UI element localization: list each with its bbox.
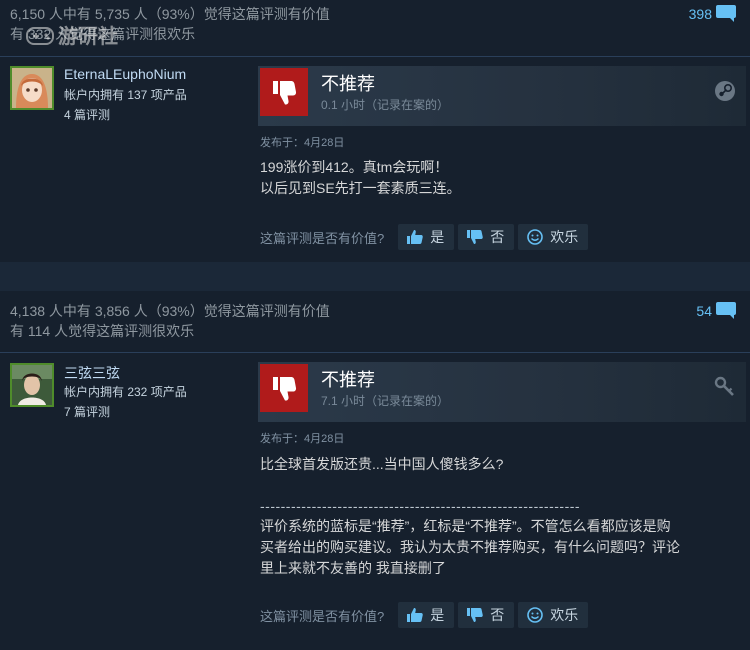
watermark-text: 游研社 [58,26,118,48]
vote-funny-button[interactable]: 欢乐 [518,224,589,250]
card-gap [0,262,750,291]
thumbs-down-small-icon [467,230,484,244]
posted-date: 发布于：4月28日 [260,137,345,149]
thumbs-down-small-icon [467,608,484,622]
gamepad-icon [26,26,54,45]
vote-row: 这篇评测是否有价值? 是 否 欢乐 [260,224,592,250]
products-owned[interactable]: 帐户内拥有 232 项产品 [64,383,187,400]
review-card-2: 4,138 人中有 3,856 人（93%）觉得这篇评测有价值 有 114 人觉… [0,291,750,650]
vote-yes-label: 是 [430,229,445,245]
review-body: 199涨价到412。真tm会玩啊！ 以后见到SE先打一套素质三连。 [260,157,740,199]
comment-icon [716,5,736,22]
hours-played: 0.1 小时（记录在案的） [321,98,450,112]
review-header[interactable]: 不推荐 7.1 小时（记录在案的） [258,362,746,422]
vote-yes-button[interactable]: 是 [398,602,455,628]
review-body: 比全球首发版还贵...当中国人傻钱多么? [260,454,740,475]
review-card-1: 6,150 人中有 5,735 人（93%）觉得这篇评测有价值 有 332 人觉… [0,0,750,262]
vote-prompt: 这篇评测是否有价值? [260,230,385,246]
thumbs-up-icon [407,230,424,244]
products-owned[interactable]: 帐户内拥有 137 项产品 [64,86,187,103]
review-header[interactable]: 不推荐 0.1 小时（记录在案的） [258,66,746,126]
review-text-line: 里上来就不友善的 我直接删了 [260,560,446,576]
key-icon [714,376,736,398]
review-text-line: 以后见到SE先打一套素质三连。 [260,180,461,196]
vote-no-label: 否 [490,607,505,623]
vote-no-button[interactable]: 否 [458,602,515,628]
smiley-icon [527,607,544,623]
verdict-title: 不推荐 [321,74,375,94]
posted-date: 发布于：4月28日 [260,433,345,445]
review-text-line: 199涨价到412。真tm会玩啊！ [260,159,449,175]
avatar[interactable] [10,363,54,407]
vote-prompt: 这篇评测是否有价值? [260,608,385,624]
helpful-stats: 4,138 人中有 3,856 人（93%）觉得这篇评测有价值 有 114 人觉… [10,301,330,341]
funny-count-text: 有 114 人觉得这篇评测很欢乐 [10,323,195,339]
divider [0,56,750,57]
steam-icon [714,80,736,102]
comment-count: 398 [688,5,712,22]
thumbs-down-icon [260,364,308,412]
vote-funny-label: 欢乐 [550,607,579,623]
vote-funny-label: 欢乐 [550,229,579,245]
separator-line: ----------------------------------------… [260,498,581,514]
hours-played: 7.1 小时（记录在案的） [321,394,450,408]
review-count[interactable]: 7 篇评测 [64,403,110,420]
vote-no-button[interactable]: 否 [458,224,515,250]
thumbs-up-icon [407,608,424,622]
divider [0,352,750,353]
review-text-line: 买者给出的购买建议。我认为太贵不推荐购买，有什么问题吗？评论 [260,539,680,555]
vote-yes-button[interactable]: 是 [398,224,455,250]
vote-row: 这篇评测是否有价值? 是 否 欢乐 [260,602,592,628]
review-body-extra: 评价系统的蓝标是“推荐”，红标是“不推荐”。不管怎么看都应该是购 买者给出的购买… [260,516,740,579]
author-name[interactable]: EternaLEuphoNium [64,66,186,82]
helpful-count-text: 4,138 人中有 3,856 人（93%）觉得这篇评测有价值 [10,303,330,319]
comment-icon [716,302,736,319]
author-name[interactable]: 三弦三弦 [64,363,120,383]
comment-count-link[interactable]: 54 [696,302,736,319]
vote-funny-button[interactable]: 欢乐 [518,602,589,628]
avatar[interactable] [10,66,54,110]
review-text-line: 评价系统的蓝标是“推荐”，红标是“不推荐”。不管怎么看都应该是购 [260,518,671,534]
verdict-title: 不推荐 [321,370,375,390]
review-count[interactable]: 4 篇评测 [64,106,110,123]
review-text-line: 比全球首发版还贵...当中国人傻钱多么? [260,456,504,472]
thumbs-down-icon [260,68,308,116]
vote-no-label: 否 [490,229,505,245]
vote-yes-label: 是 [430,607,445,623]
comment-count: 54 [696,302,712,319]
watermark-logo: 游研社 [26,20,118,49]
smiley-icon [527,229,544,245]
comment-count-link[interactable]: 398 [689,5,736,22]
